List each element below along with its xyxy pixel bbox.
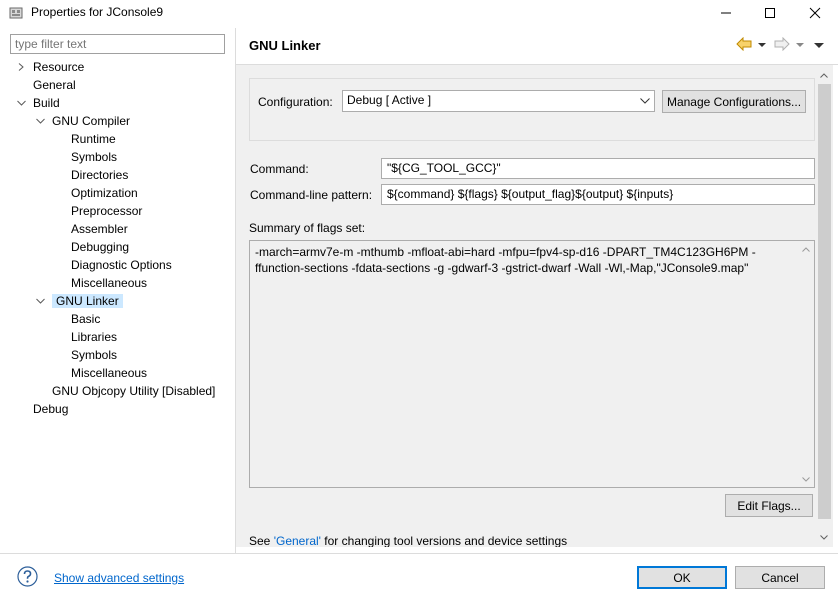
command-line-pattern-input[interactable]: ${command} ${flags} ${output_flag}${outp… — [381, 184, 815, 205]
chevron-right-icon[interactable] — [16, 58, 26, 76]
title-bar: Properties for JConsole9 — [0, 0, 838, 26]
history-nav — [734, 36, 834, 54]
view-menu-icon[interactable] — [814, 38, 824, 52]
scroll-up-icon[interactable] — [798, 241, 814, 257]
note-prefix: See — [249, 534, 274, 547]
general-link[interactable]: 'General' — [274, 534, 321, 547]
chevron-down-icon[interactable] — [639, 94, 651, 108]
tree-item-gnu-compiler[interactable]: GNU Compiler — [35, 112, 130, 130]
tree-item-label: GNU Objcopy Utility [Disabled] — [52, 384, 216, 398]
back-dropdown-icon[interactable] — [758, 38, 766, 52]
flags-scrollbar[interactable] — [798, 241, 814, 487]
flags-summary-text: -march=armv7e-m -mthumb -mfloat-abi=hard… — [255, 245, 756, 275]
show-advanced-settings-link[interactable]: Show advanced settings — [54, 571, 184, 585]
eclipse-app-icon — [8, 5, 24, 21]
tree-item-gnu-objcopy[interactable]: GNU Objcopy Utility [Disabled] — [52, 382, 215, 400]
tree-item-basic[interactable]: Basic — [71, 310, 100, 328]
page-scrollbar[interactable] — [816, 65, 833, 547]
configuration-label: Configuration: — [258, 95, 333, 109]
tree-item-preprocessor[interactable]: Preprocessor — [71, 202, 142, 220]
cancel-button[interactable]: Cancel — [735, 566, 825, 589]
help-icon[interactable] — [17, 566, 38, 587]
tree-item-label: Basic — [71, 312, 101, 326]
tree-item-diagnostic-options[interactable]: Diagnostic Options — [71, 256, 172, 274]
tree-item-label: General — [33, 78, 76, 92]
flags-summary-textarea[interactable]: -march=armv7e-m -mthumb -mfloat-abi=hard… — [249, 240, 815, 488]
forward-arrow-icon[interactable] — [774, 36, 790, 54]
tree-item-label: Symbols — [71, 348, 118, 362]
edit-flags-button[interactable]: Edit Flags... — [725, 494, 813, 517]
tree-item-linker-symbols[interactable]: Symbols — [71, 346, 117, 364]
tree-item-directories[interactable]: Directories — [71, 166, 128, 184]
tool-versions-note: See 'General' for changing tool versions… — [249, 534, 567, 547]
maximize-icon[interactable] — [748, 0, 792, 26]
command-input[interactable]: "${CG_TOOL_GCC}" — [381, 158, 815, 179]
tree-item-libraries[interactable]: Libraries — [71, 328, 117, 346]
tree-item-linker-miscellaneous[interactable]: Miscellaneous — [71, 364, 147, 382]
tree-item-label: Diagnostic Options — [71, 258, 172, 272]
tree-item-label: Runtime — [71, 132, 116, 146]
forward-dropdown-icon[interactable] — [796, 38, 804, 52]
tree-item-label: Miscellaneous — [71, 276, 148, 290]
scroll-up-icon[interactable] — [816, 67, 832, 83]
tree-item-label: Resource — [33, 60, 85, 74]
tree-item-label: Build — [33, 96, 60, 110]
command-label: Command: — [250, 162, 309, 176]
scroll-thumb[interactable] — [818, 84, 831, 519]
tree-item-label: Assembler — [71, 222, 128, 236]
back-arrow-icon[interactable] — [736, 36, 752, 54]
configuration-select[interactable]: Debug [ Active ] — [342, 90, 655, 112]
tree-item-label: GNU Compiler — [52, 114, 131, 128]
tree-item-label: Libraries — [71, 330, 118, 344]
tree-item-resource[interactable]: Resource — [16, 58, 84, 76]
scroll-down-icon[interactable] — [798, 471, 814, 487]
chevron-down-icon[interactable] — [16, 94, 26, 112]
chevron-down-icon[interactable] — [35, 292, 45, 310]
tree-item-label: Miscellaneous — [71, 366, 148, 380]
configuration-value: Debug [ Active ] — [347, 93, 432, 107]
tree-item-label: Debugging — [71, 240, 130, 254]
tree-item-label-selected: GNU Linker — [52, 294, 123, 308]
command-line-pattern-label: Command-line pattern: — [250, 188, 373, 202]
chevron-down-icon[interactable] — [35, 112, 45, 130]
tree-item-general[interactable]: General — [33, 76, 76, 94]
tree-item-miscellaneous[interactable]: Miscellaneous — [71, 274, 147, 292]
note-suffix: for changing tool versions and device se… — [320, 534, 568, 547]
ok-button[interactable]: OK — [637, 566, 727, 589]
tree-item-build[interactable]: Build — [16, 94, 60, 112]
tree-item-runtime[interactable]: Runtime — [71, 130, 116, 148]
tree-item-label: Optimization — [71, 186, 138, 200]
tree-item-label: Preprocessor — [71, 204, 143, 218]
close-icon[interactable] — [793, 0, 837, 26]
scroll-down-icon[interactable] — [816, 529, 832, 545]
tree-item-debugging[interactable]: Debugging — [71, 238, 129, 256]
tree-item-label: Directories — [71, 168, 129, 182]
tree-item-gnu-linker[interactable]: GNU Linker — [35, 292, 123, 310]
tree-item-assembler[interactable]: Assembler — [71, 220, 128, 238]
tree-item-debug[interactable]: Debug — [33, 400, 68, 418]
tree-item-symbols[interactable]: Symbols — [71, 148, 117, 166]
tree-item-label: Symbols — [71, 150, 118, 164]
footer-separator — [0, 553, 838, 554]
summary-label: Summary of flags set: — [249, 221, 366, 235]
tree-item-label: Debug — [33, 402, 69, 416]
filter-input[interactable] — [10, 34, 225, 54]
tree-item-optimization[interactable]: Optimization — [71, 184, 138, 202]
minimize-icon[interactable] — [704, 0, 748, 26]
page-title: GNU Linker — [249, 38, 321, 53]
window-title: Properties for JConsole9 — [31, 5, 164, 19]
manage-configurations-button[interactable]: Manage Configurations... — [662, 90, 806, 113]
